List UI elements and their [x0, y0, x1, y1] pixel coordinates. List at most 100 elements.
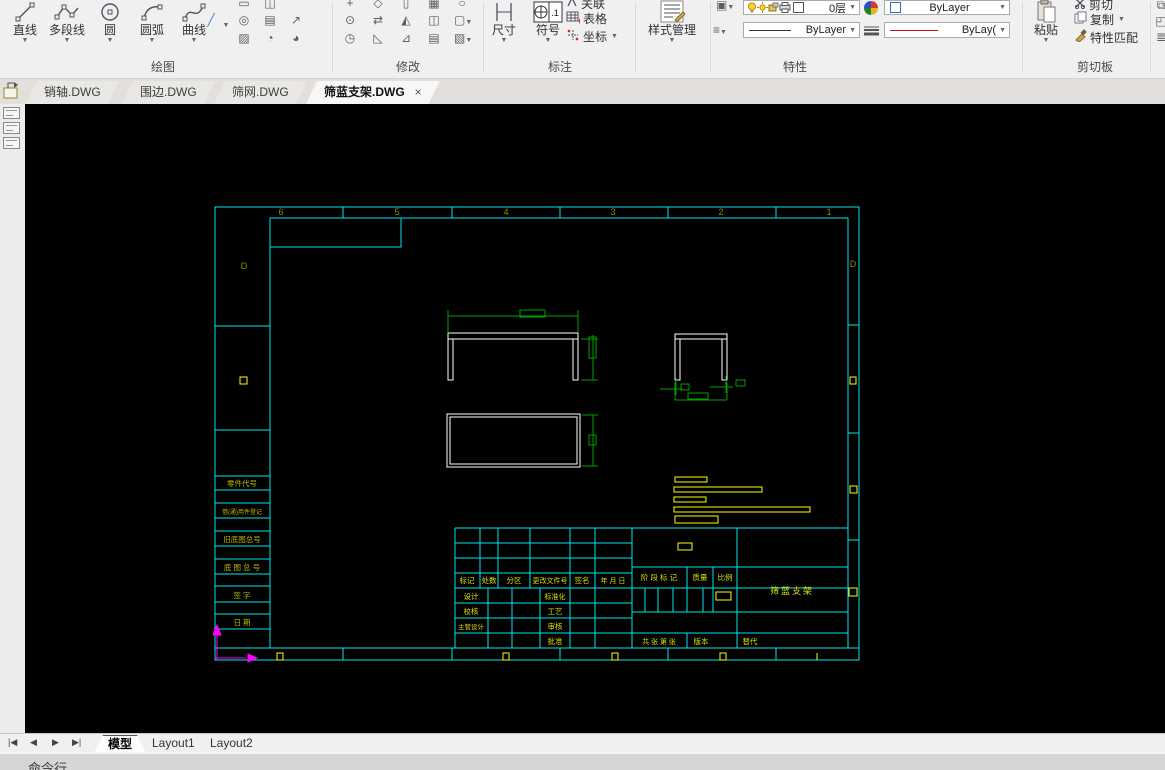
style-manager-button[interactable]: 样式管理 ▼ [640, 0, 704, 45]
draw-tool-icon[interactable]: ▭ [236, 0, 252, 11]
view-tool-icon[interactable]: ◰ [1153, 14, 1165, 29]
line-button[interactable]: 直线 ▼ [3, 0, 47, 45]
new-drawing-icon[interactable] [2, 82, 22, 106]
mirror-icon[interactable]: ◭ [398, 13, 414, 28]
sheet-tool-icon[interactable] [3, 107, 20, 119]
pointer-icon[interactable]: ↗ [288, 13, 304, 28]
lineweight-dropdown[interactable]: ByLay( ▼ [884, 22, 1010, 38]
file-tab-shaiwang[interactable]: 筛网.DWG [214, 81, 307, 104]
match-properties-icon [1074, 29, 1087, 45]
draw-group-label: 绘图 [150, 60, 176, 74]
chevron-down-icon[interactable]: ▼ [849, 4, 856, 11]
chevron-down-icon[interactable]: ▼ [611, 33, 618, 40]
polyline-button[interactable]: 多段线 ▼ [44, 0, 90, 45]
block-icon[interactable]: ◔ [262, 31, 278, 46]
chevron-down-icon[interactable]: ▼ [484, 37, 524, 45]
tb-label: 校核 [464, 606, 479, 616]
last-layout-icon[interactable]: ▶| [72, 737, 81, 748]
layer-dropdown[interactable]: 0层 ▼ [743, 0, 860, 15]
paste-label: 粘贴 [1033, 23, 1058, 37]
arc-button[interactable]: 圆弧 ▼ [130, 0, 174, 45]
draw-tool-icon[interactable]: ▤ [262, 13, 278, 28]
chevron-down-icon[interactable]: ▼ [640, 37, 704, 45]
frame-tool-icon[interactable] [3, 122, 20, 134]
construction-line-icon[interactable]: ╱ [203, 13, 219, 28]
linetype-tools-icon[interactable]: ≡▼ [712, 23, 728, 38]
rotate-icon[interactable]: ◇ [370, 0, 386, 11]
move-icon[interactable]: + [342, 0, 358, 11]
tb-label: 签名 [575, 575, 590, 585]
tb-label: 工艺 [548, 607, 563, 616]
left-toolbar [0, 104, 25, 733]
tb-label: 标记 [460, 575, 475, 585]
line-label: 直线 [12, 23, 37, 37]
corner-icon[interactable]: ◫ [426, 13, 442, 28]
erase-icon[interactable]: ○ [454, 0, 470, 11]
file-tab-xiaozhou[interactable]: 销轴.DWG [26, 81, 119, 104]
model-tab[interactable]: 模型 [94, 735, 146, 753]
scale-icon[interactable]: ◷ [342, 31, 358, 46]
linetype-dropdown[interactable]: ByLayer ▼ [743, 22, 860, 38]
dimension-button[interactable]: 尺寸 ▼ [484, 0, 524, 45]
first-layout-icon[interactable]: |◀ [8, 737, 17, 748]
chamfer-icon[interactable]: ◺ [370, 31, 386, 46]
stretch-icon[interactable]: ▯ [398, 0, 414, 11]
polyline-label: 多段线 [48, 23, 85, 37]
chevron-down-icon[interactable]: ▼ [1026, 37, 1066, 45]
color-dropdown[interactable]: ByLayer ▼ [884, 0, 1010, 15]
table-tool-icon[interactable] [3, 137, 20, 149]
circle-button[interactable]: 圆 ▼ [90, 0, 130, 45]
bulb-icon [748, 2, 756, 13]
coordinate-button[interactable]: 坐标 ▼ [566, 28, 618, 44]
chevron-down-icon[interactable]: ▼ [130, 37, 174, 45]
view-tool-icon[interactable]: ⧉ [1153, 0, 1165, 13]
chevron-down-icon[interactable]: ▼ [528, 37, 568, 45]
view-tool-icon[interactable]: ≣ [1153, 30, 1165, 45]
wipeout-icon[interactable]: ◕ [288, 31, 304, 46]
explode-icon[interactable]: ▤ [426, 31, 442, 46]
chevron-down-icon[interactable]: ▼ [849, 27, 856, 34]
paste-icon [1026, 0, 1066, 23]
paste-button[interactable]: 粘贴 ▼ [1026, 0, 1066, 45]
table-button[interactable]: + 表格 [566, 10, 607, 26]
file-tab-weibian[interactable]: 围边.DWG [122, 81, 215, 104]
rectangle-edit-icon[interactable]: ▢▼ [454, 13, 472, 28]
drawing-canvas[interactable]: 6 5 4 3 2 1 D D 零件代号 借(通)用件登记 旧底图总号 底 图 … [25, 104, 1165, 733]
trim-icon[interactable]: ⊿ [398, 31, 414, 46]
chevron-down-icon[interactable]: ▼ [90, 37, 130, 45]
file-tab-bar: 销轴.DWG 围边.DWG 筛网.DWG 筛蓝支架.DWG × [0, 79, 1165, 104]
group-separator [1150, 2, 1151, 72]
next-layout-icon[interactable]: ▶ [52, 737, 59, 748]
region-icon[interactable]: ◎ [236, 13, 252, 28]
zone-number: 4 [503, 207, 508, 217]
chevron-down-icon[interactable]: ▼ [999, 4, 1006, 11]
file-tab-shailan-zhijia-active[interactable]: 筛蓝支架.DWG × [306, 81, 440, 104]
drawing-title: 筛蓝支架 [770, 585, 814, 596]
chevron-down-icon[interactable]: ▼ [1118, 16, 1125, 23]
offset-icon[interactable]: ⊙ [342, 13, 358, 28]
chevron-down-icon[interactable]: ▼ [172, 37, 216, 45]
ribbon-toolbar: 直线 ▼ 多段线 ▼ 圆 ▼ 圆弧 ▼ 曲线 ▼ ╱ ▼ ▭ ◫ ◎ ▤ ↗ ▨… [0, 0, 1165, 79]
drawing-frame [214, 206, 860, 661]
lineweight-icon[interactable] [864, 24, 879, 36]
edit-hatch-icon[interactable]: ▧▼ [454, 31, 472, 46]
chevron-down-icon[interactable]: ▼ [44, 37, 90, 45]
hatch-icon[interactable]: ▨ [236, 31, 252, 46]
prev-layout-icon[interactable]: ◀ [30, 737, 37, 748]
copy-button[interactable]: 复制 ▼ [1074, 11, 1125, 27]
symbol-button[interactable]: .1 符号 ▼ [528, 0, 568, 45]
color-wheel-icon[interactable] [864, 1, 878, 15]
break-icon[interactable]: ⇄ [370, 13, 386, 28]
chevron-down-icon[interactable]: ▼ [999, 27, 1006, 34]
coordinate-label: 坐标 [583, 29, 608, 44]
tb-label: 审核 [548, 621, 563, 631]
command-line-bar[interactable]: 命令行 [0, 752, 1165, 770]
layer-tools-icon[interactable]: ▣▼ [716, 0, 734, 13]
match-properties-button[interactable]: 特性匹配 [1074, 29, 1138, 45]
chevron-down-icon[interactable]: ▼ [223, 22, 230, 29]
layout2-tab[interactable]: Layout2 [196, 735, 267, 752]
draw-tool-icon[interactable]: ◫ [262, 0, 278, 11]
close-icon[interactable]: × [415, 85, 422, 99]
chevron-down-icon[interactable]: ▼ [3, 37, 47, 45]
array-icon[interactable]: ▦ [426, 0, 442, 11]
